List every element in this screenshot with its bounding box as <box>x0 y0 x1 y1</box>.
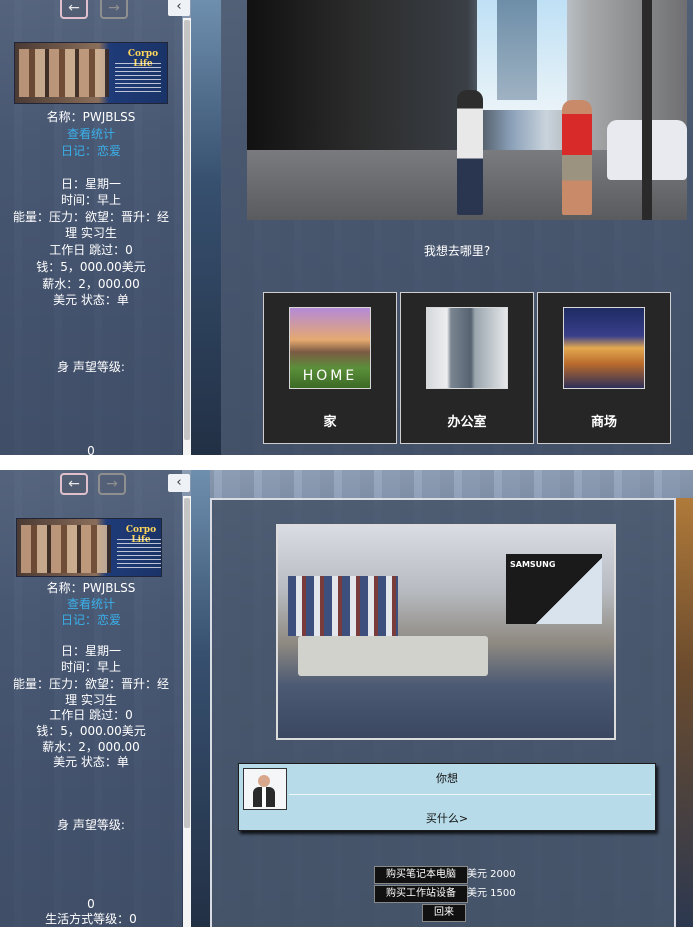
time-stat: 时间：早上 <box>60 193 121 207</box>
collapse-sidebar-icon[interactable]: ‹ <box>168 0 190 16</box>
dialog-divider <box>289 794 651 795</box>
day-stat: 日：星期一 <box>60 644 121 658</box>
city-strip <box>191 0 221 455</box>
sidebar: ← → Corpo Life 名称：PWJBLSS 查看统计 日记：恋爱 日：星… <box>0 470 182 927</box>
sidebar-scrollbar[interactable] <box>183 18 191 455</box>
office-image <box>426 307 508 389</box>
day-stat: 日：星期一 <box>60 177 121 191</box>
dialog-text-line1: 你想 <box>436 772 458 785</box>
banner-text <box>117 539 161 569</box>
player-name: 名称：PWJBLSS <box>46 110 136 124</box>
forward-arrow-icon[interactable]: → <box>98 473 126 495</box>
home-image-text: HOME <box>302 368 358 384</box>
store-photo: SAMSUNG <box>276 524 616 740</box>
attributes-stat: 能量：压力：欲望：晋升：经 <box>12 210 169 224</box>
game-banner: Corpo Life <box>14 42 168 104</box>
back-button[interactable]: 回来 <box>422 904 466 922</box>
lifestyle-stat: 生活方式等级：0 <box>45 912 137 926</box>
game-banner: Corpo Life <box>16 518 162 577</box>
banner-text <box>115 63 161 93</box>
store-sign: SAMSUNG <box>510 560 556 569</box>
sidebar-scrollbar[interactable] <box>183 496 191 927</box>
laptop-price: 美元 2000 <box>467 869 516 880</box>
city-strip-right <box>676 498 693 927</box>
attributes-stat: 能量：压力：欲望：晋升：经 <box>12 677 169 691</box>
destination-office[interactable]: 办公室 <box>400 292 534 444</box>
forward-arrow-icon[interactable]: → <box>100 0 128 19</box>
workstation-price: 美元 1500 <box>467 888 516 899</box>
destination-label: 家 <box>323 415 337 430</box>
destination-label: 商场 <box>590 415 617 430</box>
salary-stat: 薪水：2，000.00 <box>42 277 140 291</box>
diary-link[interactable]: 日记：恋爱 <box>0 612 182 628</box>
stats-link[interactable]: 查看统计 <box>0 126 182 142</box>
job-title-stat: 理 实习生 <box>65 226 117 240</box>
city-strip <box>191 470 210 927</box>
reputation-value: 0 <box>87 897 95 911</box>
money-stat: 钱：5，000.00美元 <box>36 260 146 274</box>
back-arrow-icon[interactable]: ← <box>60 0 88 19</box>
salary-stat: 薪水：2，000.00 <box>42 740 140 754</box>
dialog-box: 你想 买什么> <box>238 763 656 831</box>
banner-characters <box>19 49 109 97</box>
home-image: HOME <box>289 307 371 389</box>
scrollbar-thumb[interactable] <box>184 20 190 440</box>
job-title-stat: 理 实习生 <box>65 693 117 707</box>
main-area: 我想去哪里? HOME 家 办公室 商场 <box>221 0 693 455</box>
destination-mall[interactable]: 商场 <box>537 292 671 444</box>
reputation-stat: 身 声望等级: <box>57 360 125 374</box>
buy-laptop-button[interactable]: 购买笔记本电脑 <box>374 866 468 884</box>
buy-workstation-button[interactable]: 购买工作站设备 <box>374 885 468 903</box>
reputation-value: 0 <box>87 444 95 455</box>
street-photo <box>247 0 687 220</box>
dialog-text-line2: 买什么> <box>425 812 469 825</box>
collapse-sidebar-icon[interactable]: ‹ <box>168 474 190 492</box>
screen-store: ← → Corpo Life 名称：PWJBLSS 查看统计 日记：恋爱 日：星… <box>0 470 693 927</box>
destination-home[interactable]: HOME 家 <box>263 292 397 444</box>
screen-travel: ← → Corpo Life 名称：PWJBLSS 查看统计 日记：恋爱 日：星… <box>0 0 693 455</box>
sidebar: ← → Corpo Life 名称：PWJBLSS 查看统计 日记：恋爱 日：星… <box>0 0 182 455</box>
destination-label: 办公室 <box>447 415 487 430</box>
workday-stat: 工作日 跳过：0 <box>49 243 133 257</box>
destination-question: 我想去哪里? <box>423 244 491 258</box>
status-stat: 美元 状态：单 <box>53 755 129 769</box>
status-stat: 美元 状态：单 <box>53 293 129 307</box>
money-stat: 钱：5，000.00美元 <box>36 724 146 738</box>
scrollbar-thumb[interactable] <box>184 498 190 828</box>
mall-image <box>563 307 645 389</box>
player-name: 名称：PWJBLSS <box>46 581 136 595</box>
diary-link[interactable]: 日记：恋爱 <box>0 143 182 159</box>
time-stat: 时间：早上 <box>60 660 121 674</box>
workday-stat: 工作日 跳过：0 <box>49 708 133 722</box>
stats-link[interactable]: 查看统计 <box>0 596 182 612</box>
banner-characters <box>21 525 111 573</box>
main-area: SAMSUNG 你想 买什么> 购买笔记本电脑 美元 2000 购买工作站设备 … <box>210 498 676 927</box>
reputation-stat: 身 声望等级: <box>57 818 125 832</box>
back-arrow-icon[interactable]: ← <box>60 473 88 495</box>
